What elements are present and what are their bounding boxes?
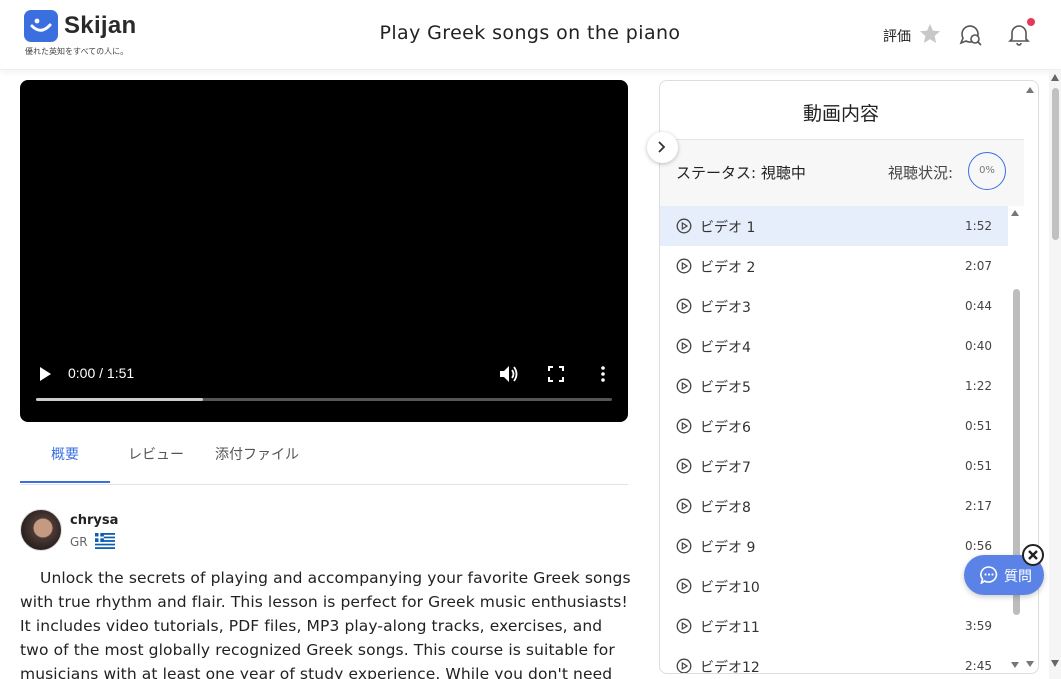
more-options-icon[interactable] <box>595 365 611 383</box>
avatar[interactable] <box>20 509 62 551</box>
chat-bubble-icon <box>980 566 998 584</box>
video-list-item[interactable]: ビデオ4 0:40 <box>660 326 1008 366</box>
play-circle-icon <box>676 458 692 474</box>
video-progress-bar[interactable] <box>36 398 612 401</box>
content-tabs: 概要 レビュー 添付ファイル <box>20 428 628 485</box>
panel-scroll-down-icon[interactable] <box>1025 660 1035 668</box>
chat-search-icon[interactable] <box>958 22 984 48</box>
video-item-label: ビデオ3 <box>700 300 751 316</box>
video-item-label: ビデオ11 <box>700 620 760 636</box>
play-circle-icon <box>676 658 692 673</box>
video-progress-loaded <box>36 398 204 401</box>
video-list-item[interactable]: ビデオ12 2:45 <box>660 646 1008 674</box>
video-list-item[interactable]: ビデオ11 3:59 <box>660 606 1008 646</box>
video-item-duration: 2:45 <box>965 659 992 673</box>
video-item-duration: 0:51 <box>965 459 992 473</box>
video-list-item[interactable]: ビデオ10 <box>660 566 1008 606</box>
logo[interactable]: Skijan 優れた英知をすべての人に。 <box>24 10 144 58</box>
page-scroll-up-icon[interactable] <box>1051 74 1059 81</box>
play-circle-icon <box>676 618 692 634</box>
play-circle-icon <box>676 578 692 594</box>
video-player[interactable]: 0:00 / 1:51 <box>20 80 628 422</box>
play-circle-icon <box>676 378 692 394</box>
tab-attachments[interactable]: 添付ファイル <box>212 444 302 484</box>
close-icon <box>1028 550 1038 560</box>
notification-dot <box>1027 18 1035 26</box>
collapse-panel-button[interactable] <box>647 132 678 163</box>
play-circle-icon <box>676 258 692 274</box>
play-circle-icon <box>676 218 692 234</box>
video-item-duration: 0:44 <box>965 299 992 313</box>
video-item-label: ビデオ6 <box>700 420 751 436</box>
video-item-label: ビデオ 9 <box>700 540 756 556</box>
play-circle-icon <box>676 338 692 354</box>
video-time: 0:00 / 1:51 <box>68 365 135 381</box>
brand-tagline: 優れた英知をすべての人に。 <box>25 47 129 56</box>
video-item-duration: 3:59 <box>965 619 992 633</box>
play-circle-icon <box>676 298 692 314</box>
play-icon[interactable] <box>38 366 52 382</box>
video-item-label: ビデオ4 <box>700 340 751 356</box>
fullscreen-icon[interactable] <box>548 366 564 382</box>
question-label: 質問 <box>1004 569 1032 585</box>
video-item-label: ビデオ8 <box>700 500 751 516</box>
video-list-item[interactable]: ビデオ8 2:17 <box>660 486 1008 526</box>
play-circle-icon <box>676 498 692 514</box>
video-item-label: ビデオ7 <box>700 460 751 476</box>
list-scroll-up-icon[interactable] <box>1010 209 1020 217</box>
video-list-item[interactable]: ビデオ 2 2:07 <box>660 246 1008 286</box>
greece-flag-icon <box>95 533 115 549</box>
header: Skijan 優れた英知をすべての人に。 Play Greek songs on… <box>0 0 1061 70</box>
watch-progress-circle: 0% <box>968 152 1006 190</box>
play-circle-icon <box>676 418 692 434</box>
video-list-item[interactable]: ビデオ5 1:22 <box>660 366 1008 406</box>
author-name[interactable]: chrysa <box>70 513 118 528</box>
tab-overview[interactable]: 概要 <box>20 444 110 484</box>
video-item-label: ビデオ12 <box>700 660 760 674</box>
video-item-duration: 0:56 <box>965 539 992 553</box>
bell-icon[interactable] <box>1008 22 1030 46</box>
logo-icon <box>24 10 58 42</box>
video-item-duration: 1:22 <box>965 379 992 393</box>
author-country: GR <box>70 535 88 549</box>
brand-name: Skijan <box>64 12 137 39</box>
video-item-label: ビデオ5 <box>700 380 751 396</box>
volume-icon[interactable] <box>499 365 519 383</box>
tab-reviews[interactable]: レビュー <box>120 444 192 484</box>
video-list: ビデオ 1 1:52 ビデオ 2 2:07 ビデオ3 0:44 ビデオ4 0:40 ビデオ5 1:… <box>660 206 1008 674</box>
page-scroll-down-icon[interactable] <box>1051 660 1059 667</box>
panel-title: 動画内容 <box>802 103 879 125</box>
panel-scroll-up-icon[interactable] <box>1025 86 1035 94</box>
list-scroll-down-icon[interactable] <box>1010 661 1020 669</box>
video-item-label: ビデオ 2 <box>700 260 756 276</box>
video-item-duration: 2:17 <box>965 499 992 513</box>
video-item-label: ビデオ 1 <box>700 220 756 236</box>
page-title: Play Greek songs on the piano <box>379 22 681 44</box>
star-icon[interactable] <box>918 22 942 46</box>
video-list-item[interactable]: ビデオ3 0:44 <box>660 286 1008 326</box>
play-circle-icon <box>676 538 692 554</box>
question-close-button[interactable] <box>1022 544 1044 566</box>
video-item-duration: 1:52 <box>965 219 992 233</box>
watch-progress-label: 視聴状況: <box>888 164 954 182</box>
active-tab-indicator <box>20 481 110 483</box>
video-item-duration: 0:51 <box>965 419 992 433</box>
video-list-item[interactable]: ビデオ 1 1:52 <box>660 206 1008 246</box>
chevron-right-icon <box>658 141 666 153</box>
watch-status: ステータス: 視聴中 <box>676 164 806 182</box>
video-list-item[interactable]: ビデオ6 0:51 <box>660 406 1008 446</box>
video-item-label: ビデオ10 <box>700 580 760 596</box>
video-list-item[interactable]: ビデオ 9 0:56 <box>660 526 1008 566</box>
status-area: ステータス: 視聴中 視聴状況: 0% <box>660 140 1024 206</box>
video-item-duration: 2:07 <box>965 259 992 273</box>
course-description: Unlock the secrets of playing and accomp… <box>20 569 631 679</box>
page-scrollbar-thumb[interactable] <box>1052 88 1059 240</box>
video-item-duration: 0:40 <box>965 339 992 353</box>
video-list-item[interactable]: ビデオ7 0:51 <box>660 446 1008 486</box>
rating-label: 評価 <box>883 29 911 45</box>
page-scrollbar[interactable] <box>1049 70 1061 679</box>
